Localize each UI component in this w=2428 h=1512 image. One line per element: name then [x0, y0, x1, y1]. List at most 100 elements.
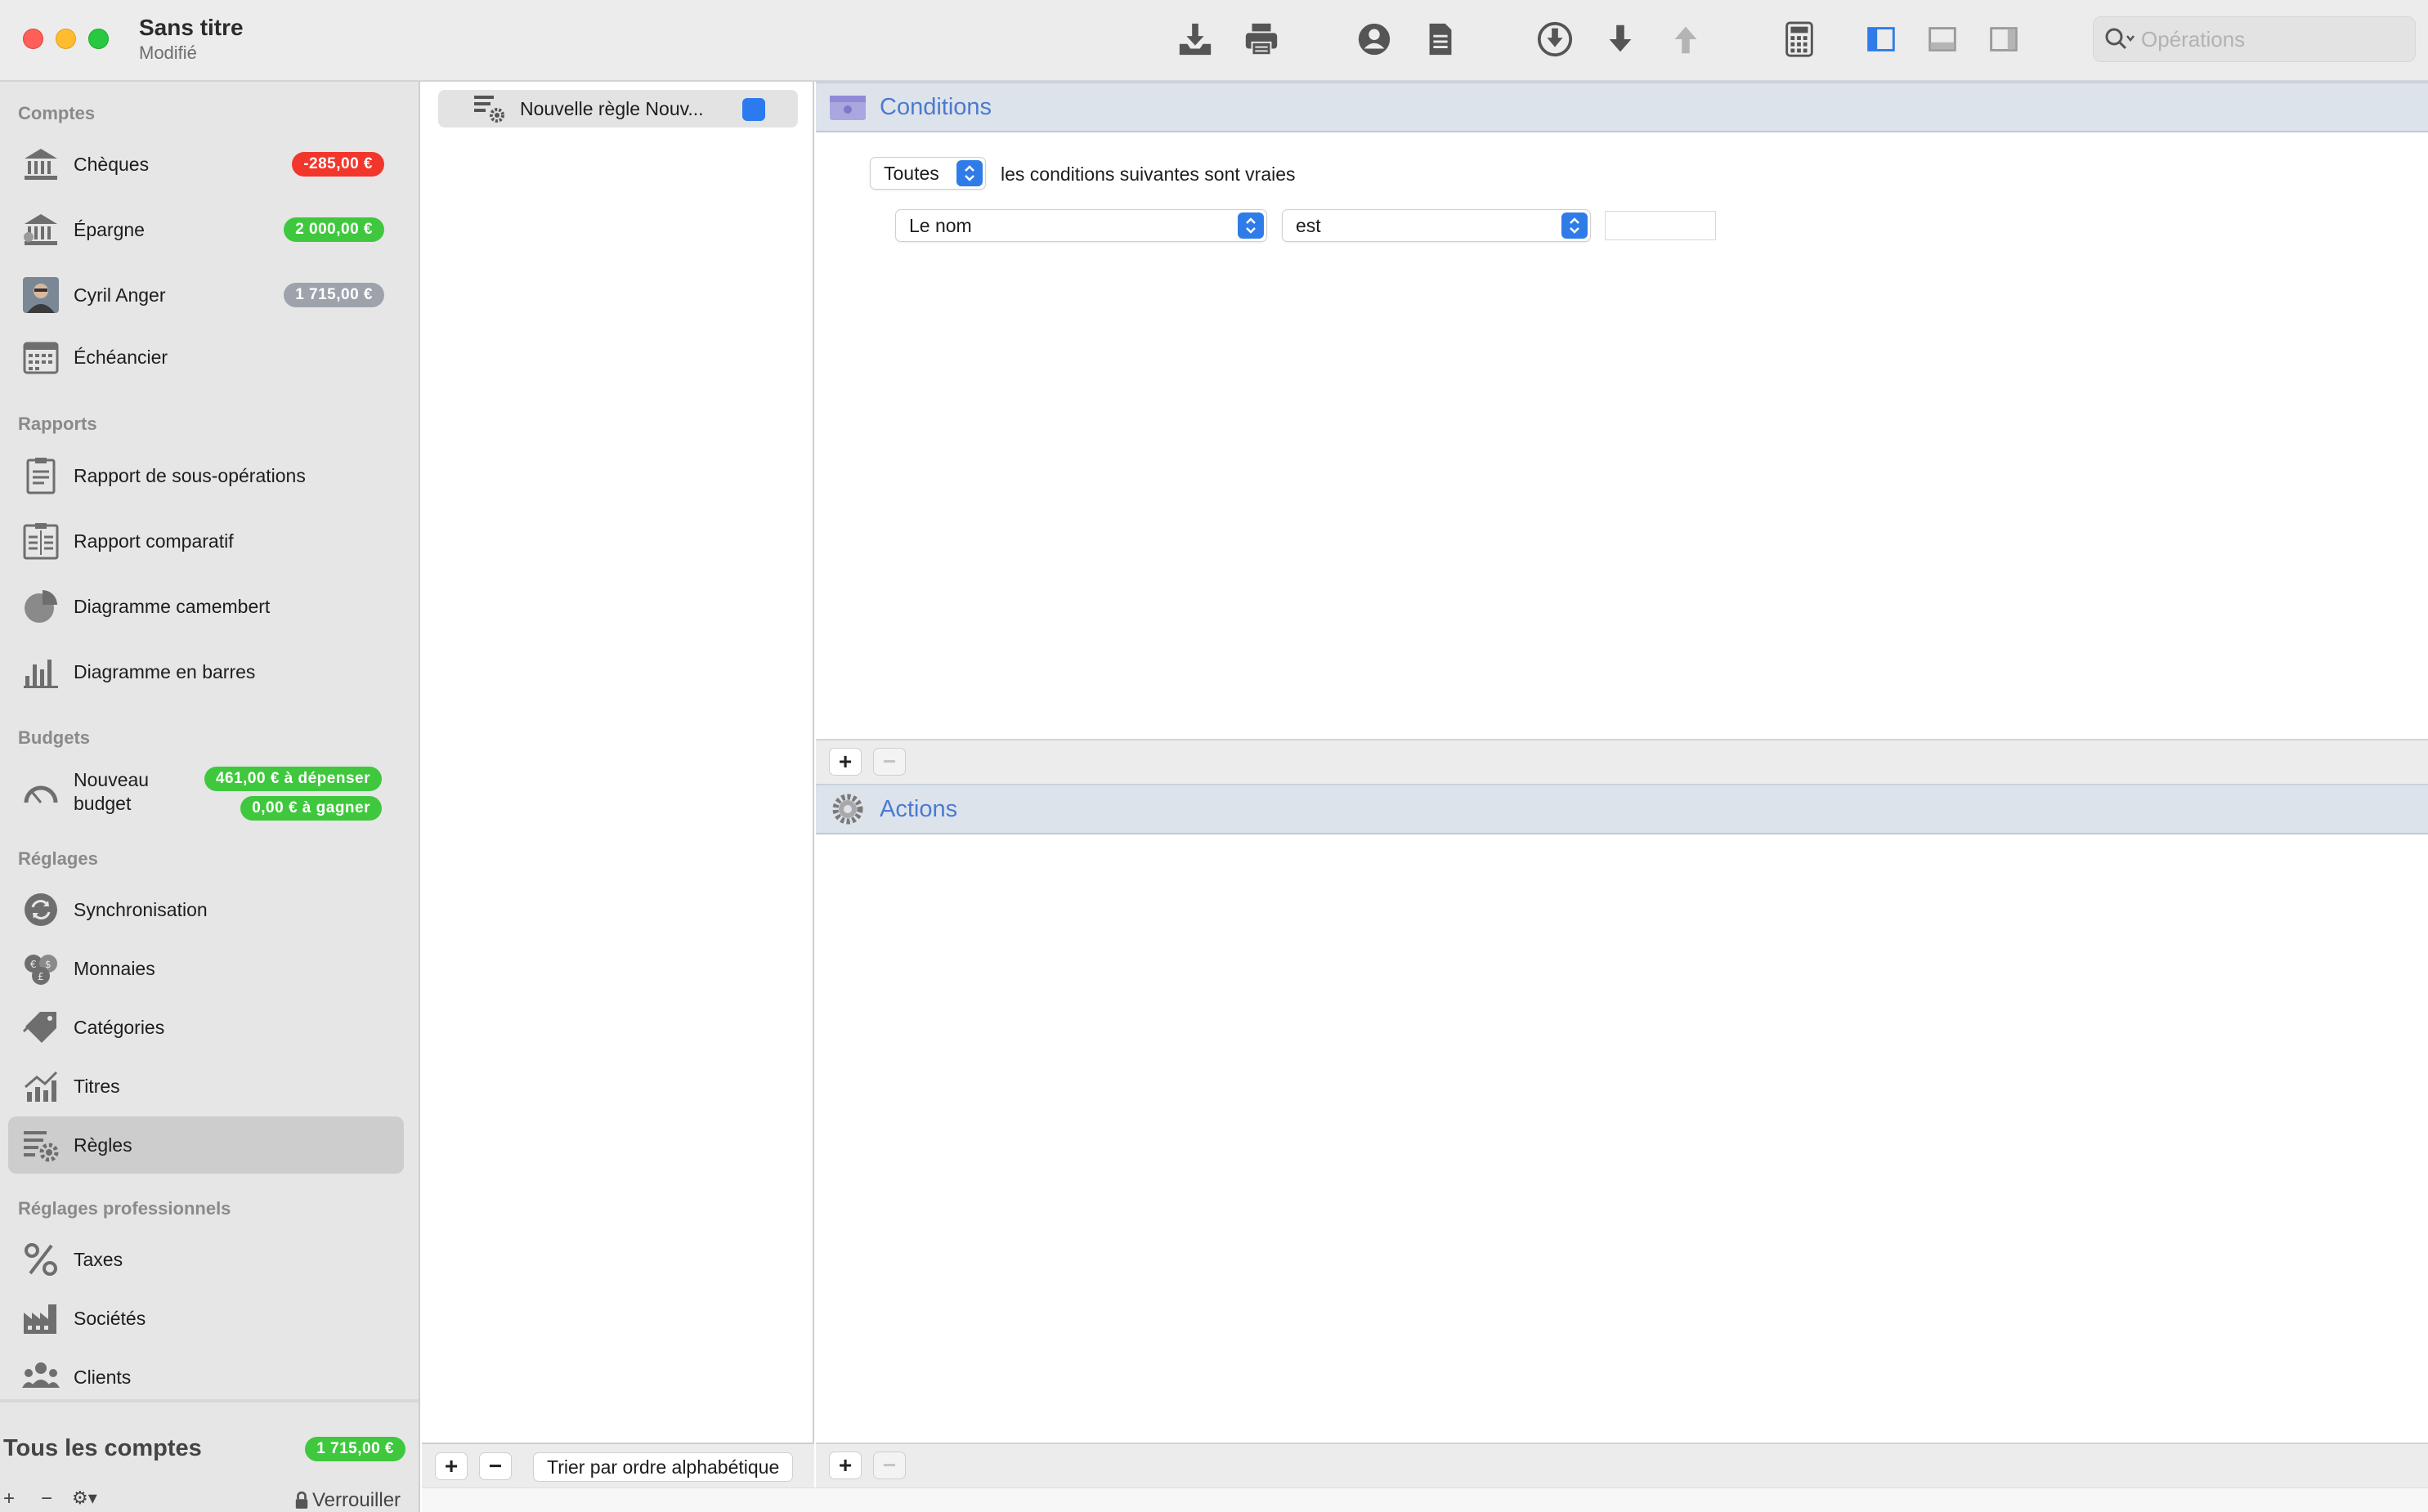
account-icon [1358, 23, 1391, 56]
sidebar-item-echeancier[interactable]: Échéancier [8, 329, 404, 386]
sidebar-item-societes[interactable]: Sociétés [8, 1290, 404, 1347]
sync-icon [18, 887, 64, 933]
sidebar-item-clients[interactable]: Clients [8, 1349, 404, 1406]
popup-stepper [1561, 212, 1588, 239]
import-icon [1179, 23, 1212, 56]
sidebar-item-cyril-anger[interactable]: Cyril Anger 1 715,00 € [8, 266, 404, 324]
sidebar-item-label: Titres [74, 1075, 120, 1097]
rules-icon [18, 1122, 64, 1168]
calculator-icon [1785, 21, 1813, 57]
bank-savings-icon [18, 207, 64, 253]
currencies-icon: € $ £ [18, 946, 64, 991]
report-list-icon [18, 453, 64, 499]
sidebar-item-label: Nouveau budget [74, 769, 150, 814]
report-icon [1429, 23, 1452, 56]
account-balance-badge: 2 000,00 € [284, 217, 384, 242]
rule-editor: Conditions Toutes les conditions suivant… [816, 82, 2428, 1487]
rule-list-item[interactable]: Nouvelle règle Nouv... [438, 90, 798, 127]
condition-operator-popup[interactable]: est [1282, 209, 1591, 242]
toggle-bottom-panel-button[interactable] [1921, 18, 1964, 60]
sidebar-item-label: Clients [74, 1366, 132, 1388]
svg-text:$: $ [45, 959, 52, 970]
sidebar-item-rapport-comparatif[interactable]: Rapport comparatif [8, 512, 404, 570]
sidebar-item-cheques[interactable]: Chèques -285,00 € [8, 136, 404, 193]
remove-condition-button[interactable]: − [873, 748, 906, 776]
remove-rule-button[interactable]: − [479, 1452, 512, 1480]
arrow-up-icon [1674, 26, 1697, 54]
add-account-button[interactable]: + [3, 1487, 15, 1510]
sidebar-left-icon [1867, 27, 1895, 51]
sidebar-item-taxes[interactable]: Taxes [8, 1231, 404, 1288]
import-button[interactable] [1174, 18, 1216, 60]
rules-icon [474, 96, 504, 123]
sidebar-divider [0, 1399, 419, 1402]
move-up-button[interactable] [1664, 18, 1707, 60]
pie-chart-icon [18, 584, 64, 629]
sidebar-item-monnaies[interactable]: € $ £ Monnaies [8, 940, 404, 997]
filter-box-icon [830, 96, 866, 120]
sidebar-item-synchronisation[interactable]: Synchronisation [8, 881, 404, 938]
report-button[interactable] [1419, 18, 1462, 60]
gear-icon [832, 794, 863, 825]
match-mode-value: Toutes [884, 162, 939, 184]
sidebar-item-categories[interactable]: Catégories [8, 999, 404, 1056]
clients-icon [18, 1354, 64, 1400]
sidebar-item-diagramme-camembert[interactable]: Diagramme camembert [8, 578, 404, 635]
budget-spend-badge: 461,00 € à dépenser [204, 767, 382, 791]
actions-toolbar: + − [816, 1443, 2428, 1487]
condition-field-value: Le nom [909, 214, 972, 236]
remove-account-button[interactable]: − [41, 1487, 52, 1510]
sidebar-item-label: Taxes [74, 1248, 123, 1270]
print-button[interactable] [1240, 18, 1283, 60]
remove-action-button[interactable]: − [873, 1452, 906, 1479]
match-mode-popup[interactable]: Toutes [870, 157, 986, 190]
rule-enabled-checkbox[interactable] [742, 98, 765, 121]
sidebar-item-diagramme-barres[interactable]: Diagramme en barres [8, 643, 404, 700]
sort-alphabetically-button[interactable]: Trier par ordre alphabétique [533, 1452, 794, 1482]
add-action-button[interactable]: + [829, 1452, 862, 1479]
budget-earn-badge: 0,00 € à gagner [240, 796, 382, 821]
gear-menu-button[interactable]: ⚙▾ [72, 1487, 97, 1509]
account-balance-badge: -285,00 € [292, 152, 384, 177]
panel-bottom-icon [1929, 27, 1956, 51]
popup-stepper [1238, 212, 1264, 239]
toggle-right-sidebar-button[interactable] [1982, 18, 2025, 60]
section-title-pro-settings: Réglages professionnels [18, 1198, 231, 1219]
sidebar: Comptes Chèques -285,00 € Épargne 2 000,… [0, 82, 420, 1512]
svg-text:€: € [30, 959, 37, 970]
sidebar-item-label: Diagramme en barres [74, 660, 256, 682]
toggle-left-sidebar-button[interactable] [1860, 18, 1902, 60]
move-down-button[interactable] [1599, 18, 1642, 60]
search-field[interactable] [2093, 16, 2416, 62]
download-button[interactable] [1534, 18, 1576, 60]
all-accounts-label[interactable]: Tous les comptes [3, 1435, 202, 1462]
all-accounts-badge: 1 715,00 € [305, 1437, 405, 1461]
window-zoom-button[interactable] [88, 29, 109, 49]
sidebar-right-icon [1990, 27, 2018, 51]
title-bar: Sans titre Modifié [0, 0, 2428, 82]
conditions-header: Conditions [816, 82, 2428, 132]
factory-icon [18, 1295, 64, 1341]
window-minimize-button[interactable] [56, 29, 76, 49]
account-button[interactable] [1353, 18, 1395, 60]
condition-operator-value: est [1296, 214, 1321, 236]
account-balance-badge: 1 715,00 € [284, 283, 384, 307]
sidebar-item-label: Sociétés [74, 1307, 146, 1329]
sidebar-item-regles[interactable]: Règles [8, 1116, 404, 1174]
sidebar-item-rapport-sous-operations[interactable]: Rapport de sous-opérations [8, 447, 404, 504]
calculator-button[interactable] [1778, 18, 1821, 60]
calendar-icon [18, 334, 64, 380]
lock-button[interactable]: Verrouiller [294, 1489, 401, 1512]
rule-name: Nouvelle règle Nouv... [520, 97, 704, 119]
sidebar-item-epargne[interactable]: Épargne 2 000,00 € [8, 201, 404, 258]
rules-list: Nouvelle règle Nouv... [422, 82, 814, 1443]
add-rule-button[interactable]: + [435, 1452, 468, 1480]
section-title-reports: Rapports [18, 414, 97, 434]
sidebar-item-label: Rapport comparatif [74, 530, 234, 552]
window-close-button[interactable] [23, 29, 43, 49]
sidebar-item-titres[interactable]: Titres [8, 1058, 404, 1115]
condition-value-field[interactable] [1605, 211, 1716, 240]
condition-field-popup[interactable]: Le nom [895, 209, 1267, 242]
add-condition-button[interactable]: + [829, 748, 862, 776]
search-input[interactable] [2141, 26, 2403, 52]
